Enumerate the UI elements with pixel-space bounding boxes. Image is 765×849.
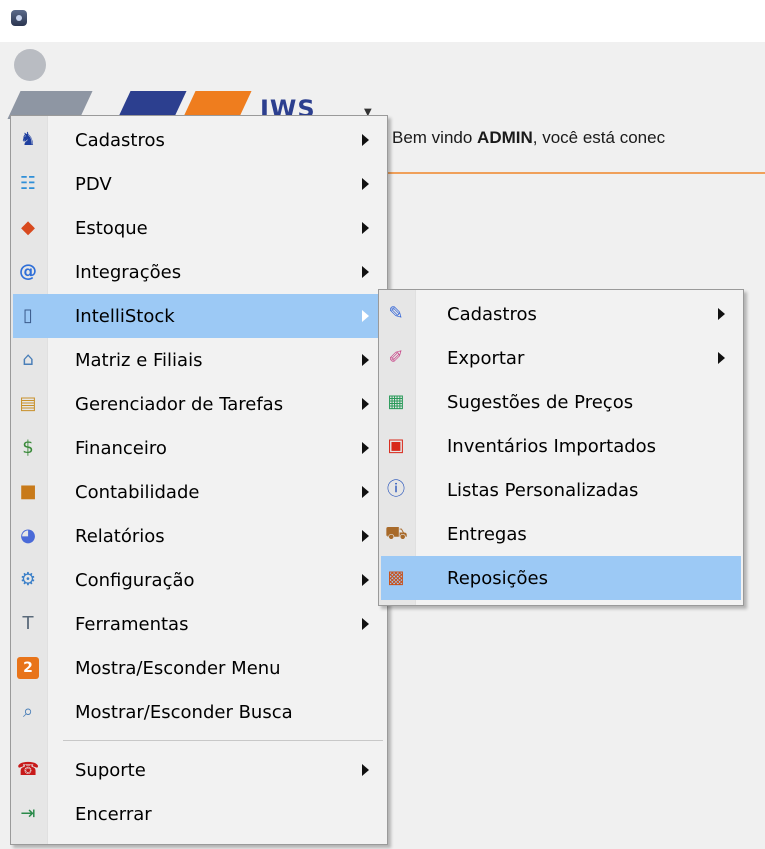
- submenu-item-exportar[interactable]: ✐ Exportar: [381, 336, 741, 380]
- chevron-right-icon: [362, 618, 369, 630]
- app-icon: [11, 10, 27, 26]
- chevron-right-icon: [718, 308, 725, 320]
- house-icon: ⌂: [22, 349, 34, 370]
- phone-icon: ☎: [17, 759, 40, 780]
- menu-item-mostra-esconder-menu[interactable]: 2 Mostra/Esconder Menu: [13, 646, 385, 690]
- chevron-right-icon: [362, 486, 369, 498]
- cadastros-icon: ♞: [19, 129, 37, 150]
- menu-item-financeiro[interactable]: $ Financeiro: [13, 426, 385, 470]
- at-icon: @: [19, 261, 37, 282]
- chevron-right-icon: [362, 354, 369, 366]
- menu-item-matriz-filiais[interactable]: ⌂ Matriz e Filiais: [13, 338, 385, 382]
- menu-item-intellistock[interactable]: ▯ IntelliStock: [13, 294, 385, 338]
- menu-item-contabilidade[interactable]: ■ Contabilidade: [13, 470, 385, 514]
- menu-separator: [63, 740, 383, 741]
- magnifier-icon: ⌕: [22, 701, 34, 722]
- submenu-item-entregas[interactable]: ⛟ Entregas: [381, 512, 741, 556]
- chevron-right-icon: [362, 178, 369, 190]
- reports-icon: ◕: [20, 525, 36, 546]
- menu-item-encerrar[interactable]: ⇥ Encerrar: [13, 792, 385, 836]
- submenu-item-reposicoes[interactable]: ▩ Reposições: [381, 556, 741, 600]
- menu-item-integracoes[interactable]: @ Integrações: [13, 250, 385, 294]
- submenu-item-inventarios-importados[interactable]: ▣ Inventários Importados: [381, 424, 741, 468]
- accent-divider: [388, 172, 765, 174]
- briefcase-icon: ■: [19, 481, 37, 502]
- boxes-icon: ◆: [21, 217, 35, 238]
- chevron-right-icon: [362, 310, 369, 322]
- menu-item-gerenciador-tarefas[interactable]: ▤ Gerenciador de Tarefas: [13, 382, 385, 426]
- chevron-right-icon: [362, 530, 369, 542]
- chevron-right-icon: [362, 574, 369, 586]
- menu-item-ferramentas[interactable]: T Ferramentas: [13, 602, 385, 646]
- main-menu: ♞ Cadastros ☷ PDV ◆ Estoque @ Integraçõe…: [10, 115, 388, 845]
- chevron-right-icon: [362, 764, 369, 776]
- submenu-item-sugestoes-precos[interactable]: ▦ Sugestões de Preços: [381, 380, 741, 424]
- package-icon: ▩: [387, 567, 405, 588]
- logo-dot: [14, 49, 46, 81]
- device-icon: ▯: [23, 305, 33, 326]
- company-logo[interactable]: IWS ▼: [7, 49, 374, 123]
- cart-icon: ☷: [19, 173, 37, 194]
- export-icon: ✐: [388, 347, 404, 368]
- submenu-item-listas-personalizadas[interactable]: ⓘ Listas Personalizadas: [381, 468, 741, 512]
- welcome-message: Bem vindo ADMIN, você está conec: [392, 128, 666, 147]
- submenu-item-cadastros[interactable]: ✎ Cadastros: [381, 292, 741, 336]
- title-bar: [0, 0, 765, 42]
- intellistock-submenu: ✎ Cadastros ✐ Exportar ▦ Sugestões de Pr…: [378, 289, 744, 606]
- chevron-right-icon: [362, 442, 369, 454]
- user-name: ADMIN: [477, 128, 533, 147]
- menu-item-estoque[interactable]: ◆ Estoque: [13, 206, 385, 250]
- inventory-icon: ▣: [387, 435, 405, 456]
- menu-item-mostrar-esconder-busca[interactable]: ⌕ Mostrar/Esconder Busca: [13, 690, 385, 734]
- chevron-right-icon: [362, 222, 369, 234]
- chevron-right-icon: [718, 352, 725, 364]
- hammer-icon: T: [22, 613, 34, 634]
- menu-item-cadastros[interactable]: ♞ Cadastros: [13, 118, 385, 162]
- chevron-right-icon: [362, 266, 369, 278]
- calculator-icon: ▦: [387, 391, 405, 412]
- config-icon: ⚙: [19, 569, 37, 590]
- chevron-right-icon: [362, 134, 369, 146]
- toggle-menu-icon: 2: [17, 657, 39, 679]
- chevron-right-icon: [362, 398, 369, 410]
- money-bag-icon: $: [22, 437, 34, 458]
- menu-item-pdv[interactable]: ☷ PDV: [13, 162, 385, 206]
- menu-item-configuracao[interactable]: ⚙ Configuração: [13, 558, 385, 602]
- pencil-icon: ✎: [388, 303, 404, 324]
- info-icon: ⓘ: [387, 479, 405, 500]
- menu-item-suporte[interactable]: ☎ Suporte: [13, 748, 385, 792]
- clipboard-icon: ▤: [19, 393, 37, 414]
- menu-item-relatorios[interactable]: ◕ Relatórios: [13, 514, 385, 558]
- truck-icon: ⛟: [385, 523, 408, 544]
- exit-icon: ⇥: [20, 803, 36, 824]
